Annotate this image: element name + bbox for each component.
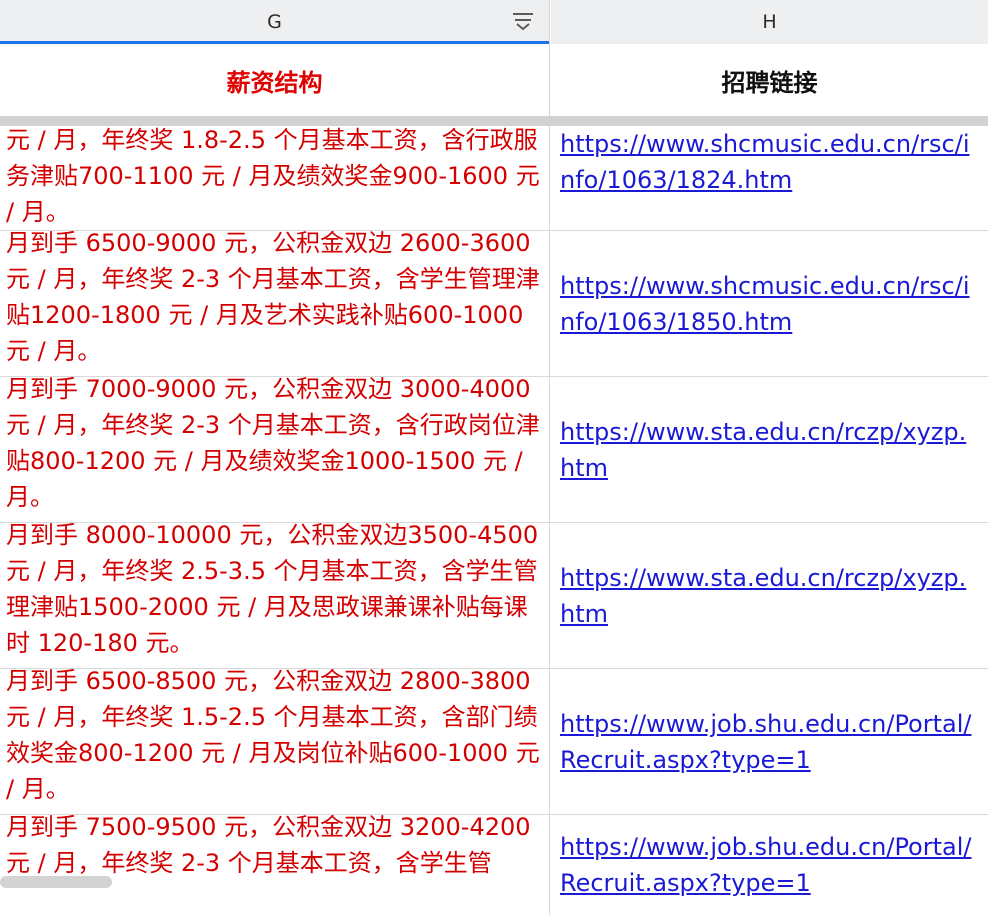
recruit-link[interactable]: https://www.job.shu.edu.cn/Portal/Recrui… [560,829,980,901]
horizontal-scrollbar-thumb[interactable] [0,876,112,888]
link-cell[interactable]: https://www.shcmusic.edu.cn/rsc/info/106… [551,231,988,376]
column-header-h-label: H [762,11,777,33]
table-row: 月到手 7500-9500 元，公积金双边 3200-4200 元 / 月，年终… [0,815,988,915]
salary-cell[interactable]: 月到手 8000-10000 元，公积金双边3500-4500 元 / 月，年终… [0,523,550,668]
freeze-divider[interactable] [0,116,988,126]
salary-cell[interactable]: 月到手 6500-9000 元，公积金双边 2600-3600 元 / 月，年终… [0,231,550,376]
filter-dropdown-icon[interactable] [511,9,535,33]
table-row: 月到手 6500-9000 元，公积金双边 2600-3600 元 / 月，年终… [0,231,988,377]
header-salary-label: 薪资结构 [226,68,323,97]
salary-text: 月到手 7000-9000 元，公积金双边 3000-4000 元 / 月，年终… [6,377,540,511]
header-cell-recruit-link[interactable]: 招聘链接 [551,44,988,116]
recruit-link[interactable]: https://www.job.shu.edu.cn/Portal/Recrui… [560,706,980,778]
salary-text: 月到手 8000-10000 元，公积金双边3500-4500 元 / 月，年终… [6,523,539,657]
recruit-link[interactable]: https://www.shcmusic.edu.cn/rsc/info/106… [560,268,980,340]
link-cell[interactable]: https://www.sta.edu.cn/rczp/xyzp.htm [551,377,988,522]
salary-cell[interactable]: 月到手 6500-8500 元，公积金双边 2800-3800 元 / 月，年终… [0,669,550,814]
recruit-link[interactable]: https://www.sta.edu.cn/rczp/xyzp.htm [560,560,980,632]
salary-text: 月到手 7500-9500 元，公积金双边 3200-4200 元 / 月，年终… [6,815,531,877]
data-grid: 元 / 月，年终奖 1.8-2.5 个月基本工资，含行政服务津贴700-1100… [0,126,988,915]
frozen-header-row: 薪资结构 招聘链接 [0,44,988,116]
salary-text: 元 / 月，年终奖 1.8-2.5 个月基本工资，含行政服务津贴700-1100… [6,126,540,226]
recruit-link[interactable]: https://www.sta.edu.cn/rczp/xyzp.htm [560,414,980,486]
link-cell[interactable]: https://www.job.shu.edu.cn/Portal/Recrui… [551,669,988,814]
header-cell-salary-structure[interactable]: 薪资结构 [0,44,550,116]
column-header-g[interactable]: G [0,0,550,44]
salary-cell[interactable]: 月到手 7000-9000 元，公积金双边 3000-4000 元 / 月，年终… [0,377,550,522]
salary-text: 月到手 6500-9000 元，公积金双边 2600-3600 元 / 月，年终… [6,231,540,365]
link-cell[interactable]: https://www.shcmusic.edu.cn/rsc/info/106… [551,126,988,230]
recruit-link[interactable]: https://www.shcmusic.edu.cn/rsc/info/106… [560,126,980,198]
salary-text: 月到手 6500-8500 元，公积金双边 2800-3800 元 / 月，年终… [6,669,540,803]
table-row: 月到手 6500-8500 元，公积金双边 2800-3800 元 / 月，年终… [0,669,988,815]
header-link-label: 招聘链接 [721,68,818,97]
column-header-g-label: G [267,11,282,33]
table-row: 月到手 7000-9000 元，公积金双边 3000-4000 元 / 月，年终… [0,377,988,523]
link-cell[interactable]: https://www.sta.edu.cn/rczp/xyzp.htm [551,523,988,668]
link-cell[interactable]: https://www.job.shu.edu.cn/Portal/Recrui… [551,815,988,915]
table-row: 月到手 8000-10000 元，公积金双边3500-4500 元 / 月，年终… [0,523,988,669]
salary-cell[interactable]: 元 / 月，年终奖 1.8-2.5 个月基本工资，含行政服务津贴700-1100… [0,126,550,230]
table-row: 元 / 月，年终奖 1.8-2.5 个月基本工资，含行政服务津贴700-1100… [0,126,988,231]
salary-cell[interactable]: 月到手 7500-9500 元，公积金双边 3200-4200 元 / 月，年终… [0,815,550,915]
column-header-h[interactable]: H [551,0,988,44]
